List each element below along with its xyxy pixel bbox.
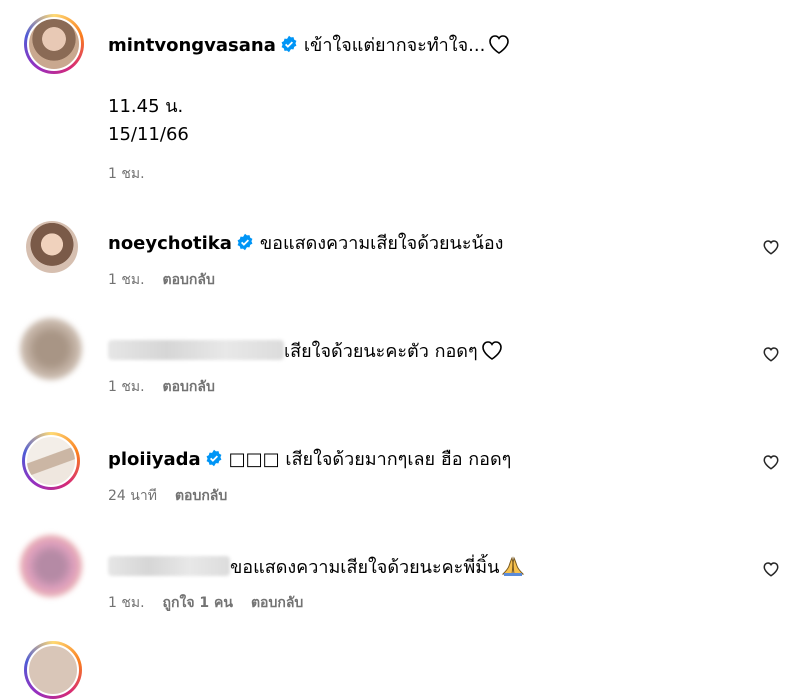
reply-button[interactable]: ตอบกลับ [163, 379, 215, 395]
verified-badge-icon [206, 449, 222, 467]
comment-avatar[interactable] [24, 641, 82, 699]
comment-username[interactable]: noeychotika [108, 233, 232, 254]
caption-avatar[interactable] [24, 14, 84, 74]
blurred-username [108, 556, 230, 576]
heart-emoji-icon [489, 35, 510, 54]
caption-text: เข้าใจแต่ยากจะทำใจ... [303, 35, 486, 56]
comment-line: noeychotika ขอแสดงความเสียใจด้วยนะน้อง [108, 228, 503, 257]
comment-text: ขอแสดงความเสียใจด้วยนะคะพี่มิ้น [230, 557, 500, 578]
folded-hands-emoji [502, 556, 525, 576]
comment-avatar[interactable] [26, 221, 78, 273]
comment-meta: 24 นาที ตอบกลับ [108, 485, 245, 507]
comment-username[interactable]: ploiiyada [108, 449, 201, 470]
reply-button[interactable]: ตอบกลับ [163, 272, 215, 288]
comment-text: □□□ เสียใจด้วยมากๆเลย ฮือ กอดๆ [228, 449, 512, 470]
comment-time: 1 ชม. [108, 379, 145, 395]
heart-outline-icon[interactable] [762, 560, 780, 578]
heart-outline-icon[interactable] [762, 345, 780, 363]
heart-outline-icon[interactable] [762, 238, 780, 256]
comment-meta: 1 ชม. ตอบกลับ [108, 269, 233, 291]
caption-body-line2: 15/11/66 [108, 124, 189, 145]
comment-text: เสียใจด้วยนะคะตัว กอดๆ [284, 341, 478, 362]
caption-time: 1 ชม. [108, 166, 145, 182]
heart-outline-icon[interactable] [762, 453, 780, 471]
caption-username[interactable]: mintvongvasana [108, 35, 276, 56]
heart-emoji-icon [481, 341, 502, 360]
comment-line: เสียใจด้วยนะคะตัว กอดๆ [108, 336, 504, 365]
comment-avatar[interactable] [20, 318, 82, 380]
likes-count[interactable]: ถูกใจ 1 คน [163, 595, 233, 611]
comment-avatar[interactable] [22, 432, 80, 490]
comment-line: ploiiyada □□□ เสียใจด้วยมากๆเลย ฮือ กอดๆ [108, 444, 511, 473]
comment-time: 1 ชม. [108, 272, 145, 288]
comment-meta: 1 ชม. ตอบกลับ [108, 376, 233, 398]
reply-button[interactable]: ตอบกลับ [175, 488, 227, 504]
comment-time: 1 ชม. [108, 595, 145, 611]
blurred-username [108, 340, 284, 360]
caption-body-line1: 11.45 น. [108, 96, 184, 117]
comment-text: ขอแสดงความเสียใจด้วยนะน้อง [259, 233, 504, 254]
verified-badge-icon [281, 35, 297, 53]
comment-avatar[interactable] [20, 535, 82, 597]
comment-time: 24 นาที [108, 488, 157, 504]
verified-badge-icon [237, 233, 253, 251]
comment-line: ขอแสดงความเสียใจด้วยนะคะพี่มิ้น [108, 552, 525, 581]
comment-meta: 1 ชม. ถูกใจ 1 คน ตอบกลับ [108, 592, 321, 614]
caption-meta: 1 ชม. [108, 163, 163, 185]
caption-line: mintvongvasana เข้าใจแต่ยากจะทำใจ... [108, 30, 511, 59]
reply-button[interactable]: ตอบกลับ [251, 595, 303, 611]
